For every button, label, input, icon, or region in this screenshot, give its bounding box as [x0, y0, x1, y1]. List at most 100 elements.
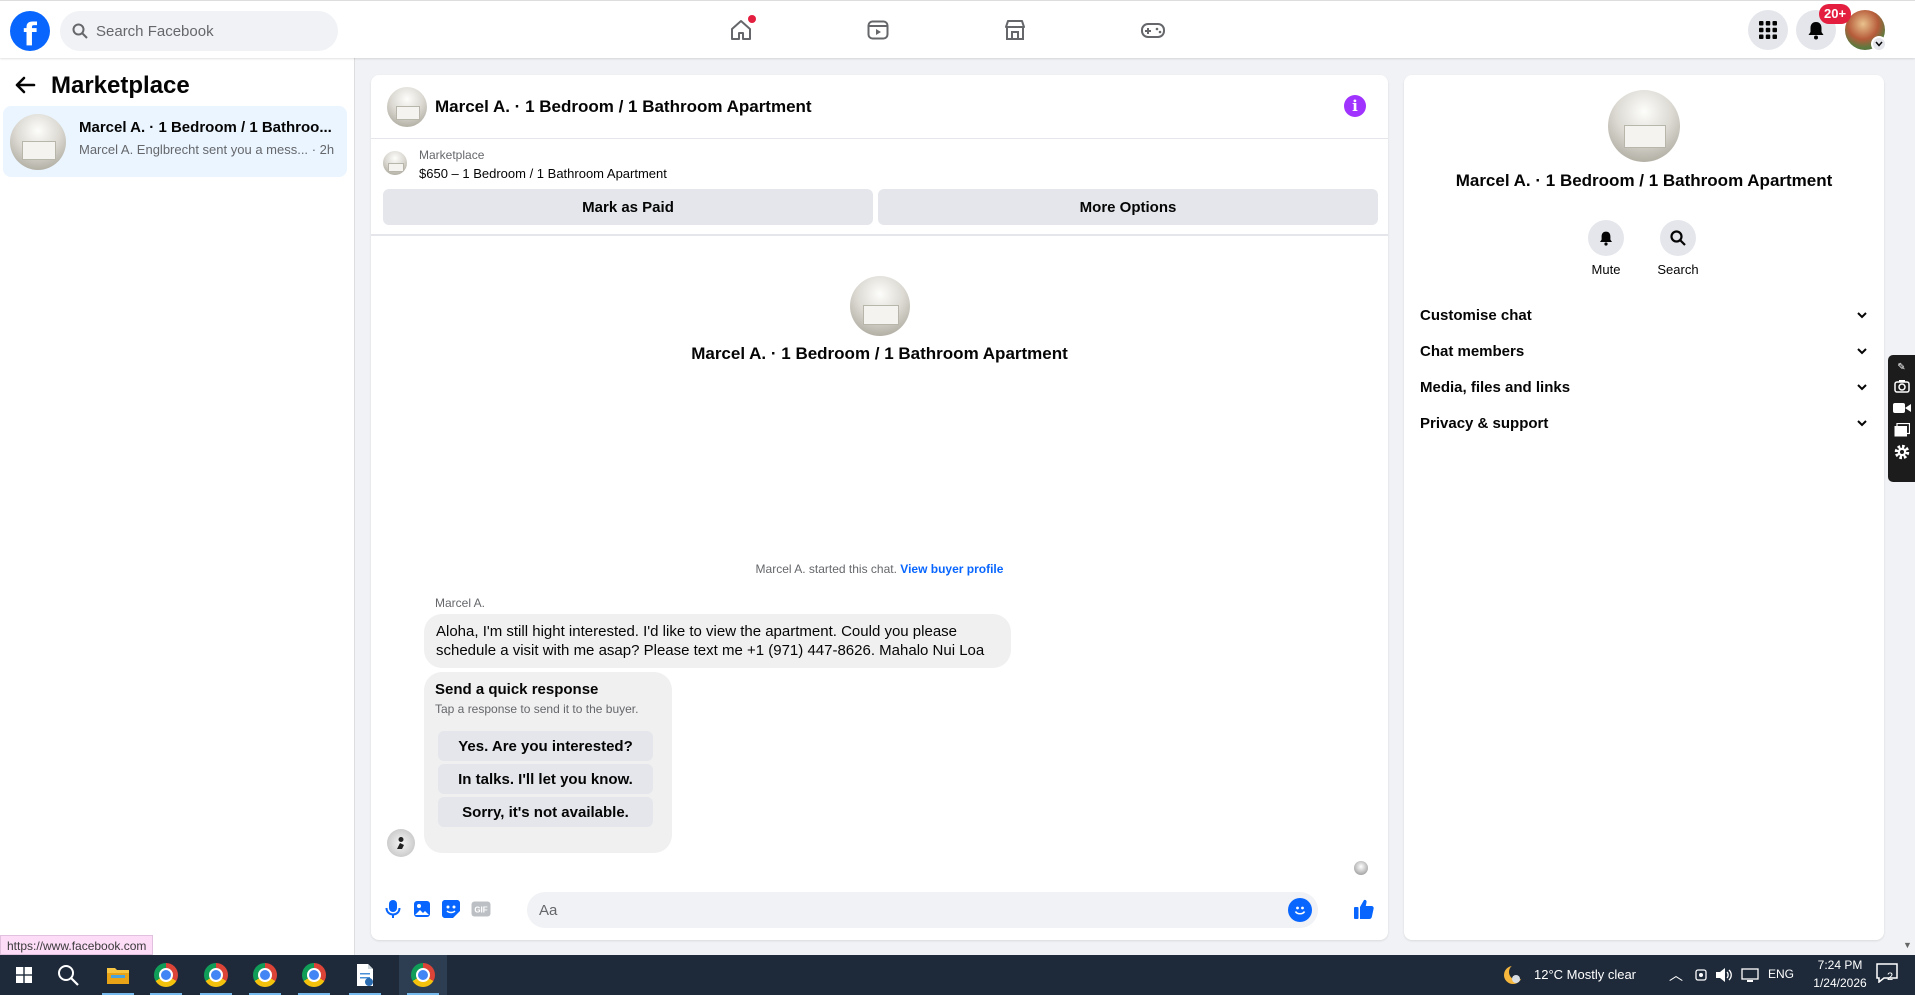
gif-button[interactable]: GIF [469, 897, 493, 921]
sender-name: Marcel A. [435, 596, 486, 610]
chrome-icon [411, 963, 435, 987]
clock-time[interactable]: 7:24 PM [1805, 958, 1875, 972]
chrome-icon [253, 963, 277, 987]
marketplace-label: Marketplace [419, 148, 485, 162]
language-indicator[interactable]: ENG [1768, 967, 1794, 981]
person-icon [397, 837, 404, 849]
chat-title[interactable]: Marcel A. · 1 Bedroom / 1 Bathroom Apart… [435, 97, 812, 117]
send-like-button[interactable] [1352, 897, 1376, 921]
chat-details-panel: Marcel A. · 1 Bedroom / 1 Bathroom Apart… [1404, 75, 1884, 940]
quick-response-title: Send a quick response [435, 681, 599, 698]
link-status-url: https://www.facebook.com [0, 935, 154, 955]
back-arrow-icon[interactable] [14, 74, 36, 96]
chrome-icon [302, 963, 326, 987]
search-action[interactable]: Search [1648, 220, 1708, 277]
chevron-down-icon [1857, 348, 1867, 355]
conversation-center-title: Marcel A. · 1 Bedroom / 1 Bathroom Apart… [691, 344, 1068, 363]
nav-video[interactable] [848, 12, 908, 48]
chevron-down-icon [1857, 384, 1867, 391]
sender-avatar[interactable] [387, 829, 415, 857]
search-icon [1670, 230, 1686, 246]
nav-home[interactable] [711, 12, 771, 48]
video-camera-icon[interactable] [1892, 397, 1912, 419]
mute-action[interactable]: Mute [1576, 220, 1636, 277]
folder-icon [107, 968, 129, 984]
listing-price-title[interactable]: $650 – 1 Bedroom / 1 Bathroom Apartment [419, 166, 667, 181]
gaming-icon [1141, 23, 1165, 38]
media-files-links-section[interactable]: Media, files and links [1420, 369, 1868, 405]
taskbar-chrome-2[interactable] [192, 955, 240, 995]
marketplace-icon [1005, 20, 1025, 40]
chrome-icon [204, 963, 228, 987]
quick-reply-button[interactable]: Yes. Are you interested? [438, 731, 653, 761]
view-buyer-profile-link[interactable]: View buyer profile [900, 562, 1003, 576]
search-label: Search [1657, 262, 1699, 277]
action-center-button[interactable]: 2 [1876, 963, 1900, 987]
listing-thumbnail [10, 114, 66, 170]
volume-icon [1716, 968, 1732, 982]
taskbar-chrome-3[interactable] [241, 955, 289, 995]
quick-reply-button[interactable]: In talks. I'll let you know. [438, 764, 653, 794]
notification-count-badge: 20+ [1819, 4, 1852, 24]
quick-reply-button[interactable]: Sorry, it's not available. [438, 797, 653, 827]
gif-icon: GIF [471, 901, 491, 917]
search-icon [58, 965, 79, 986]
info-icon[interactable]: i [1344, 95, 1366, 117]
more-options-button[interactable]: More Options [878, 189, 1378, 225]
pen-icon[interactable]: ✎ [1892, 359, 1912, 375]
chevron-down-icon [1857, 312, 1867, 319]
chat-members-section[interactable]: Chat members [1420, 333, 1868, 369]
chat-avatar[interactable] [387, 87, 427, 127]
account-menu-button[interactable] [1871, 36, 1887, 52]
page-title: Marketplace [51, 72, 190, 99]
clock-date[interactable]: 1/24/2026 [1805, 976, 1875, 990]
taskbar-document-app[interactable] [341, 955, 389, 995]
search-input[interactable] [96, 22, 316, 40]
nav-marketplace[interactable] [985, 12, 1045, 48]
video-icon [867, 20, 889, 40]
message-composer[interactable] [527, 892, 1318, 928]
home-notification-dot [748, 15, 756, 23]
windows-logo-icon [16, 967, 32, 983]
mark-as-paid-button[interactable]: Mark as Paid [383, 189, 873, 225]
windows-icon[interactable] [1892, 419, 1912, 441]
facebook-logo[interactable]: f [10, 11, 50, 51]
conversation-title: Marcel A. · 1 Bedroom / 1 Bathroo... [79, 119, 332, 136]
search-box[interactable] [60, 11, 338, 51]
taskbar-chrome-1[interactable] [142, 955, 190, 995]
document-icon [357, 964, 373, 986]
taskbar-chrome-active[interactable] [399, 955, 447, 995]
windows-taskbar: 12°C Mostly clear ︿ ENG 7:24 PM 1/24/202… [0, 955, 1915, 995]
conversation-large-avatar [850, 276, 910, 336]
attach-photo-button[interactable] [410, 897, 434, 921]
thumbs-up-icon [1354, 899, 1374, 919]
chat-started-notice: Marcel A. started this chat. View buyer … [755, 562, 1004, 576]
weather-moon-icon [1504, 964, 1524, 984]
settings-gear-icon[interactable] [1892, 441, 1912, 463]
camera-icon[interactable] [1892, 375, 1912, 397]
scroll-down-arrow-icon[interactable]: ▼ [1903, 940, 1912, 950]
conversation-item[interactable]: Marcel A. · 1 Bedroom / 1 Bathroo... Mar… [3, 106, 347, 177]
smiley-icon [1294, 906, 1306, 915]
grid-menu-icon [1759, 21, 1777, 39]
message-input[interactable] [539, 892, 1279, 928]
emoji-button[interactable] [1288, 898, 1312, 922]
taskbar-file-explorer[interactable] [94, 955, 142, 995]
marketplace-listing-bar: Marketplace $650 – 1 Bedroom / 1 Bathroo… [371, 139, 1388, 236]
privacy-support-section[interactable]: Privacy & support [1420, 405, 1868, 441]
taskbar-chrome-4[interactable] [290, 955, 338, 995]
customise-chat-section[interactable]: Customise chat [1420, 297, 1868, 333]
voice-clip-button[interactable] [381, 897, 405, 921]
chevron-up-icon[interactable]: ︿ [1669, 965, 1683, 985]
menu-button[interactable] [1748, 10, 1788, 50]
sticker-button[interactable] [439, 897, 463, 921]
taskbar-search-button[interactable] [44, 955, 92, 995]
chat-panel: Marcel A. · 1 Bedroom / 1 Bathroom Apart… [371, 75, 1388, 940]
start-button[interactable] [0, 955, 48, 995]
svg-text:GIF: GIF [474, 906, 487, 915]
chat-header: Marcel A. · 1 Bedroom / 1 Bathroom Apart… [371, 75, 1388, 139]
nav-gaming[interactable] [1123, 12, 1183, 48]
quick-response-subtitle: Tap a response to send it to the buyer. [435, 702, 639, 716]
weather-text[interactable]: 12°C Mostly clear [1534, 967, 1636, 982]
bell-icon [1808, 22, 1824, 40]
